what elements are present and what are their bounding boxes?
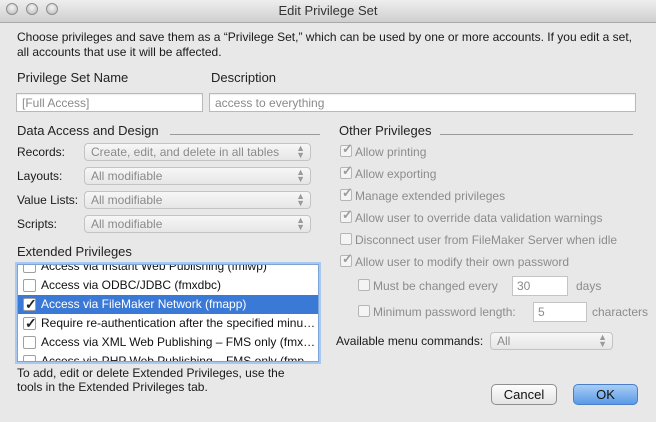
layouts-label: Layouts: <box>17 169 63 183</box>
records-label: Records: <box>17 145 66 159</box>
list-item-label: Access via PHP Web Publishing – FMS only… <box>41 354 318 362</box>
checkbox[interactable] <box>358 305 370 317</box>
min-length-field[interactable]: 5 <box>533 302 587 322</box>
disconnect-idle-label: Disconnect user from FileMaker Server wh… <box>355 233 618 247</box>
checkmark-icon: ✓ <box>342 185 353 200</box>
checkbox-checked[interactable]: ✓ <box>340 207 353 223</box>
cancel-button[interactable]: Cancel <box>491 384 557 405</box>
privilege-set-name-label: Privilege Set Name <box>17 70 129 85</box>
checkbox[interactable] <box>23 265 36 273</box>
extended-privileges-title: Extended Privileges <box>17 244 132 259</box>
checkbox-checked[interactable]: ✓ <box>23 315 37 331</box>
layouts-popup[interactable]: All modifiable ▲ ▼ <box>84 167 311 185</box>
title-bar: Edit Privilege Set <box>0 0 656 23</box>
scripts-popup[interactable]: All modifiable ▲ ▼ <box>84 215 311 233</box>
list-item[interactable]: Access via XML Web Publishing – FMS only… <box>18 333 318 352</box>
checkbox-checked[interactable]: ✓ <box>340 141 353 157</box>
list-item[interactable]: Access via Instant Web Publishing (fmiwp… <box>18 264 318 276</box>
popup-arrows-icon: ▲ ▼ <box>296 167 305 184</box>
checkmark-icon: ✓ <box>342 207 353 222</box>
list-item-label: Access via ODBC/JDBC (fmxdbc) <box>41 278 222 292</box>
checkmark-icon: ✓ <box>342 163 353 178</box>
allow-exporting-label: Allow exporting <box>355 167 437 181</box>
privilege-set-name-field[interactable]: [Full Access] <box>16 93 203 112</box>
checkbox-checked[interactable]: ✓ <box>340 185 353 201</box>
data-access-title: Data Access and Design <box>17 123 159 138</box>
checkmark-icon: ✓ <box>342 141 353 156</box>
records-value: Create, edit, and delete in all tables <box>91 145 280 159</box>
checkmark-icon: ✓ <box>342 251 353 266</box>
list-item[interactable]: ✓ Require re-authentication after the sp… <box>18 314 318 333</box>
popup-arrows-icon: ▲ ▼ <box>296 191 305 208</box>
scripts-label: Scripts: <box>17 217 58 231</box>
list-item-selected[interactable]: ✓ Access via FileMaker Network (fmapp) <box>18 295 318 314</box>
scripts-value: All modifiable <box>91 217 163 231</box>
other-privileges-title: Other Privileges <box>339 123 432 138</box>
checkbox-checked[interactable]: ✓ <box>340 251 353 267</box>
checkbox[interactable] <box>340 233 352 245</box>
allow-printing-label: Allow printing <box>355 145 427 159</box>
list-item-label: Access via Instant Web Publishing (fmiwp… <box>41 264 267 273</box>
ok-button[interactable]: OK <box>573 384 638 405</box>
list-item[interactable]: Access via PHP Web Publishing – FMS only… <box>18 352 318 362</box>
list-item[interactable]: Access via ODBC/JDBC (fmxdbc) <box>18 276 318 295</box>
value-lists-label: Value Lists: <box>17 193 79 207</box>
checkbox[interactable] <box>23 279 36 292</box>
extended-privileges-list[interactable]: Access via Instant Web Publishing (fmiwp… <box>17 264 319 362</box>
intro-text: Choose privileges and save them as a “Pr… <box>17 30 632 59</box>
menu-commands-popup[interactable]: All ▲ ▼ <box>490 332 613 350</box>
checkbox[interactable] <box>23 355 36 361</box>
popup-arrows-icon: ▲ ▼ <box>296 143 305 160</box>
checkbox[interactable] <box>358 279 370 291</box>
description-label: Description <box>211 70 277 85</box>
list-item-label: Require re-authentication after the spec… <box>41 316 318 330</box>
checkbox[interactable] <box>23 336 36 349</box>
min-length-label: Minimum password length: <box>373 305 516 319</box>
menu-commands-value: All <box>497 334 511 348</box>
list-item-label: Access via XML Web Publishing – FMS only… <box>41 335 318 349</box>
value-lists-popup[interactable]: All modifiable ▲ ▼ <box>84 191 311 209</box>
checkmark-icon: ✓ <box>25 296 37 312</box>
change-every-label: Must be changed every <box>373 279 498 293</box>
override-validation-label: Allow user to override data validation w… <box>355 211 603 225</box>
checkbox-checked[interactable]: ✓ <box>340 163 353 179</box>
change-every-days-field[interactable]: 30 <box>512 276 568 296</box>
list-item-label: Access via FileMaker Network (fmapp) <box>41 297 247 311</box>
layouts-value: All modifiable <box>91 169 163 183</box>
popup-arrows-icon: ▲ ▼ <box>296 215 305 232</box>
checkmark-icon: ✓ <box>25 315 37 331</box>
menu-commands-label: Available menu commands: <box>336 334 484 348</box>
data-access-divider <box>170 134 320 135</box>
characters-unit-label: characters <box>592 305 649 319</box>
extended-hint: To add, edit or delete Extended Privileg… <box>17 366 285 394</box>
window-title: Edit Privilege Set <box>278 3 378 18</box>
popup-arrows-icon: ▲ ▼ <box>598 332 607 349</box>
checkbox-checked[interactable]: ✓ <box>23 296 37 312</box>
value-lists-value: All modifiable <box>91 193 163 207</box>
records-popup[interactable]: Create, edit, and delete in all tables ▲… <box>84 143 311 161</box>
manage-extended-label: Manage extended privileges <box>355 189 506 203</box>
other-privileges-divider <box>440 134 633 135</box>
description-field[interactable]: access to everything <box>209 93 636 112</box>
days-unit-label: days <box>576 279 602 293</box>
modify-password-label: Allow user to modify their own password <box>355 255 570 269</box>
